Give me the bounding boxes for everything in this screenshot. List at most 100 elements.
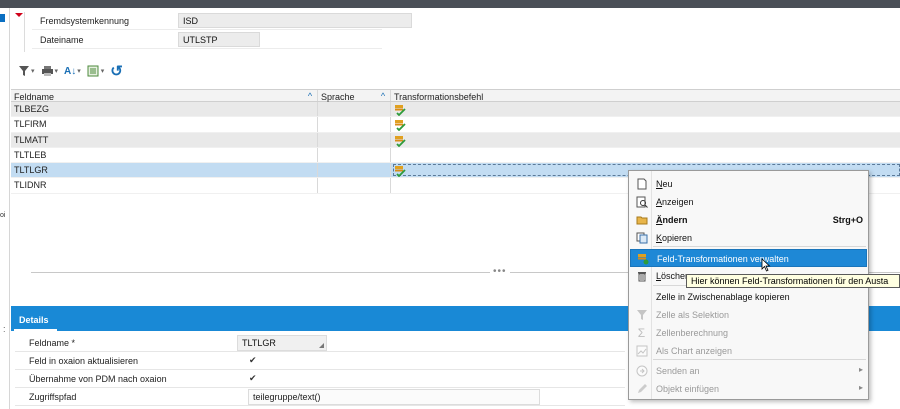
cell-transformationsbefehl[interactable] [390,102,900,117]
label-rest: opieren [662,233,693,243]
sort-asc-icon[interactable]: ^ [308,91,312,101]
filter-icon [635,308,648,321]
cell-feldname[interactable]: TLBEZG [11,102,317,116]
sort-az-icon: A↓ [64,65,77,77]
fremdsystem-value: ISD [178,13,412,28]
view-icon [635,195,648,208]
feldname-field[interactable]: TLTLGR [237,335,327,351]
detail-row-feldname: Feldname * TLTLGR [15,334,625,352]
cell-feldname[interactable]: TLTLEB [11,148,317,162]
left-navigation-strip[interactable]: oi : [0,8,10,409]
menu-item-label: Senden an [656,366,700,376]
detail-label: Feld in oxaion aktualisieren [29,356,139,366]
uebernahme-checkbox[interactable]: ✔ [249,373,257,384]
cell-sprache[interactable] [317,147,390,163]
zugriffspfad-field[interactable]: teilegruppe/text() [248,389,540,405]
new-document-icon [635,177,648,190]
detail-row-zugriffspfad: Zugriffspfad teilegruppe/text() [15,388,625,406]
table-row[interactable]: TLFIRM [11,117,900,133]
field-label: Dateiname [40,35,84,45]
detail-label: Feldname * [29,338,76,348]
menu-item-kopieren[interactable]: Kopieren [630,229,867,247]
tooltip: Hier können Feld-Transformationen für de… [686,274,900,288]
filter-button[interactable]: ▾ [18,65,35,77]
nav-tab-indicator[interactable] [0,14,5,22]
table-row[interactable]: TLTLEB [11,147,900,164]
cell-feldname[interactable]: TLFIRM [11,117,317,131]
transformation-icon [636,252,649,265]
column-header-sprache[interactable]: Sprache ^ [317,90,390,102]
collapse-arrow-icon[interactable] [15,13,23,17]
label-rest: ndern [662,215,688,225]
cell-sprache[interactable] [317,132,390,147]
detail-label: Zugriffspfad [29,392,77,402]
menu-item-label: Löschen [656,271,690,281]
delete-icon [635,269,648,282]
grid-header: Feldname ^ Sprache ^ Transformationsbefehl [11,89,900,102]
menu-item-objekt-einfügen[interactable]: Objekt einfügen ▸ [630,380,867,398]
label-rest: eu [662,179,673,189]
transformation-icon [394,165,406,178]
menu-item-als-chart-anzeigen[interactable]: Als Chart anzeigen [630,342,867,360]
print-button[interactable]: ▾ [41,65,58,77]
chart-icon [635,344,648,357]
menu-item-feld-transformationen-verwalten[interactable]: Feld-Transformationen verwalten [630,249,867,267]
folder-icon [635,213,648,226]
menu-item-label: Kopieren [656,233,692,243]
cell-feldname[interactable]: TLTLGR [11,163,317,177]
cell-feldname[interactable]: TLIDNR [11,178,317,192]
menu-item-zellenberechnung[interactable]: Σ Zellenberechnung [630,324,867,342]
copy-icon [635,231,648,244]
export-button[interactable]: ▾ [87,65,104,77]
tab-details[interactable]: Details [14,310,57,331]
cell-sprache[interactable] [317,102,390,117]
sort-asc-icon[interactable]: ^ [381,91,385,101]
menu-item-label: Objekt einfügen [656,384,720,394]
menu-item-label: Als Chart anzeigen [656,346,733,356]
label-rest: nzeigen [662,197,694,207]
cell-transformationsbefehl[interactable] [390,117,900,132]
cell-transformationsbefehl[interactable] [390,132,900,147]
transformation-icon [394,135,406,147]
detail-label: Übernahme von PDM nach oxaion [29,374,167,384]
cell-sprache[interactable] [317,163,390,178]
column-header-transformationsbefehl[interactable]: Transformationsbefehl [390,90,900,102]
cell-feldname[interactable]: TLMATT [11,133,317,147]
menu-item-label: Zelle in Zwischenablage kopieren [656,292,790,302]
resize-grip-icon [319,343,324,348]
detail-row-aktualisieren: Feld in oxaion aktualisieren ✔ [15,352,625,370]
menu-item-label: Zelle als Selektion [656,310,730,320]
splitter-dots[interactable]: ••• [490,266,510,277]
transformation-icon [394,119,406,132]
export-icon [87,65,99,77]
splitter-grip-icon[interactable]: : [3,324,5,334]
detail-row-uebernahme: Übernahme von PDM nach oxaion ✔ [15,370,625,388]
submenu-arrow-icon: ▸ [858,383,863,392]
table-row[interactable]: TLMATT [11,132,900,148]
sum-icon: Σ [637,325,646,340]
cell-sprache[interactable] [317,117,390,132]
pencil-icon [635,382,648,395]
menu-item-zelle-in-zwischenablage-kopieren[interactable]: Zelle in Zwischenablage kopieren [630,288,867,306]
window-top-bar [0,0,900,8]
cell-text: TLBEZG [14,104,50,114]
column-header-feldname[interactable]: Feldname ^ [11,90,317,102]
aktualisieren-checkbox[interactable]: ✔ [249,355,257,366]
menu-item-neu[interactable]: Neu [630,175,867,193]
refresh-icon[interactable]: ↺ [110,62,123,80]
sort-button[interactable]: A↓ ▾ [64,66,81,77]
cell-text: TLFIRM [14,119,47,130]
cell-text: TLTLGR [14,165,48,176]
menu-item-label: Ändern [656,215,688,225]
menu-item-label: Zellenberechnung [656,328,729,338]
header-row-dateiname: Dateiname UTLSTP [32,31,382,49]
cell-transformationsbefehl[interactable] [390,147,900,163]
cell-sprache[interactable] [317,178,390,193]
menu-item-anzeigen[interactable]: Anzeigen [630,193,867,211]
table-row[interactable]: TLBEZG [11,102,900,118]
cell-text: TLMATT [14,134,49,145]
menu-item-icon-placeholder [635,290,648,303]
menu-item-ändern[interactable]: Ändern Strg+O [630,211,867,229]
menu-item-senden-an[interactable]: Senden an ▸ [630,362,867,380]
menu-item-zelle-als-selektion[interactable]: Zelle als Selektion [630,306,867,324]
